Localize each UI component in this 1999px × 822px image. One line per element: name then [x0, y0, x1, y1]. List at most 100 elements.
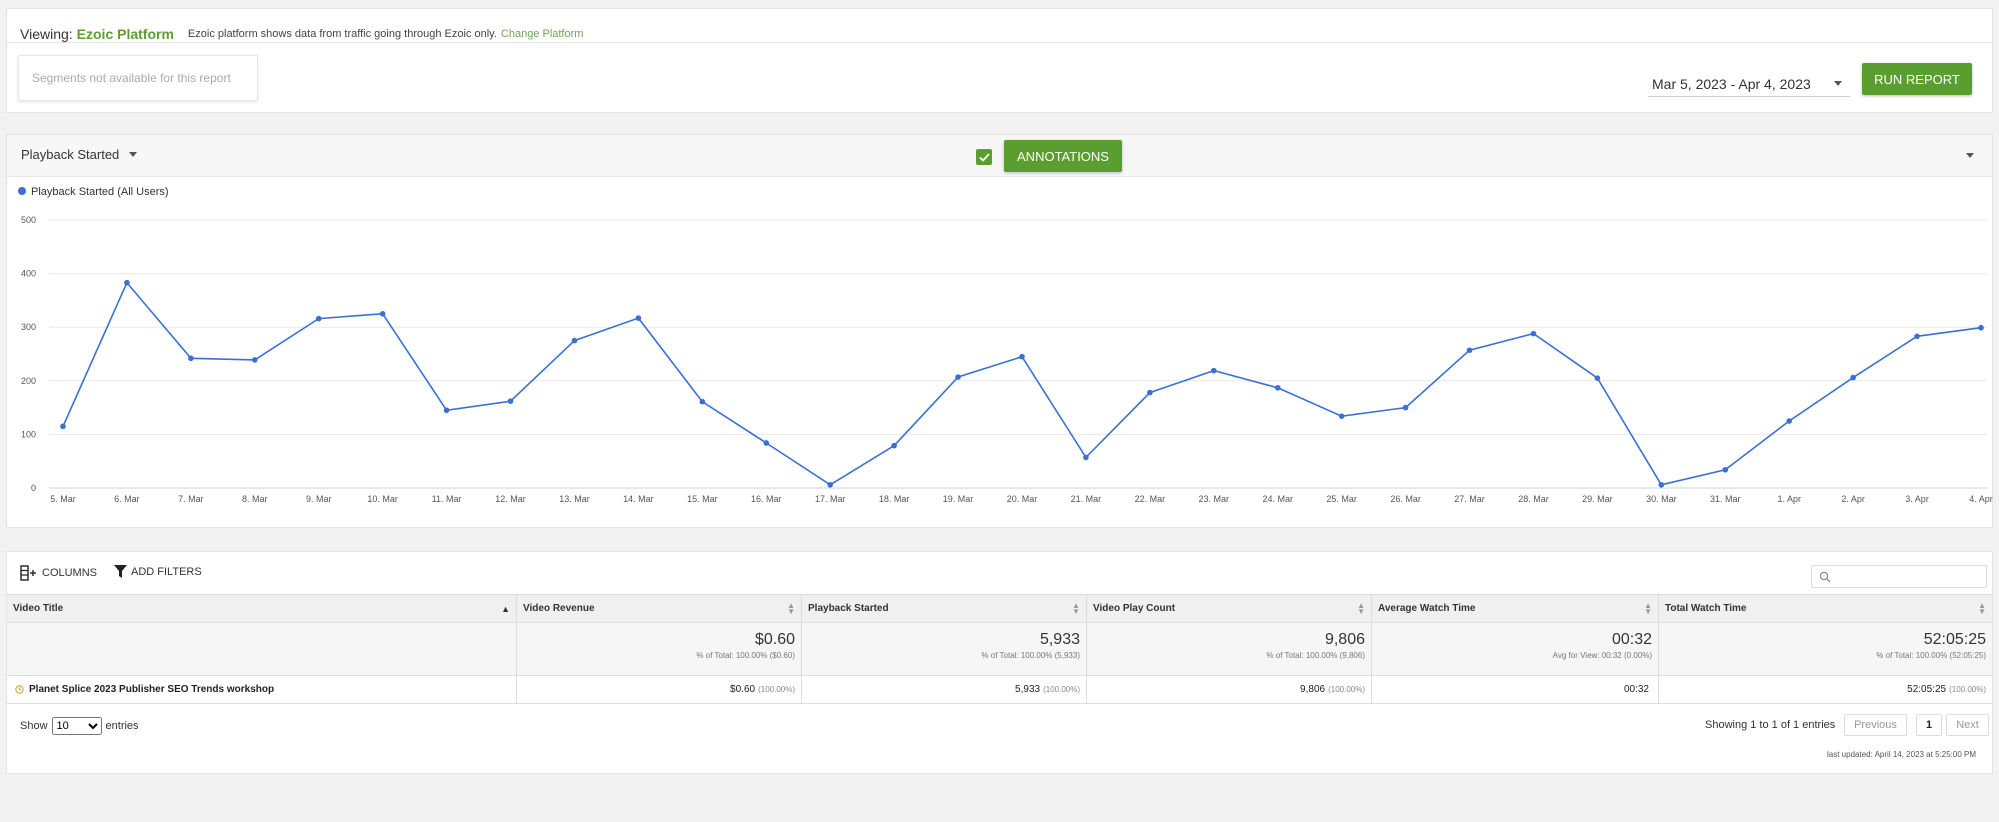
table-search-input[interactable] [1811, 565, 1987, 588]
data-point[interactable] [1914, 333, 1920, 340]
sort-asc-icon: ▲ [501, 603, 510, 614]
video-title-cell[interactable]: Planet Splice 2023 Publisher SEO Trends … [7, 676, 517, 703]
data-point[interactable] [379, 311, 386, 317]
data-point[interactable] [1786, 418, 1792, 424]
data-point[interactable] [571, 337, 578, 344]
sort-icon: ▲ ▼ [1644, 600, 1652, 616]
run-report-button[interactable]: RUN REPORT [1862, 63, 1972, 95]
data-point[interactable] [1594, 375, 1601, 381]
previous-page-button[interactable]: Previous [1844, 714, 1907, 736]
page-size-select[interactable]: 10 [51, 717, 102, 735]
add-filters-button[interactable]: ADD FILTERS [114, 565, 202, 579]
column-header-video-revenue[interactable]: Video Revenue ▲ ▼ [517, 595, 802, 622]
data-point[interactable] [891, 442, 897, 449]
y-tick-label: 200 [21, 376, 36, 386]
average-watch-time-cell: 00:32 [1372, 676, 1659, 703]
data-point[interactable] [827, 481, 833, 488]
page-size-control: Show 10 entries [20, 717, 139, 735]
total-average-watch-time: 00:32 Avg for View: 00:32 (0.00%) [1372, 623, 1659, 675]
legend-label[interactable]: Playback Started (All Users) [31, 186, 169, 198]
cell-value: 00:32 [1623, 684, 1649, 695]
header-label: Video Play Count [1093, 603, 1176, 614]
cell-value: 52:05:25 [1907, 684, 1947, 695]
data-point[interactable] [763, 440, 770, 446]
video-title: Planet Splice 2023 Publisher SEO Trends … [29, 684, 275, 695]
column-header-total-watch-time[interactable]: Total Watch Time ▲ ▼ [1659, 595, 1992, 622]
series-line [62, 281, 1982, 486]
data-point[interactable] [443, 407, 450, 414]
data-point[interactable] [1019, 353, 1025, 360]
line-chart: 0 100 200 300 400 500 5. Mar 6. Mar 7. Mar 8. Ma… [18, 186, 1993, 504]
x-tick-label: 14. Mar [623, 494, 654, 504]
data-point[interactable] [1402, 404, 1409, 411]
add-filters-label: ADD FILTERS [131, 566, 202, 578]
cell-pct: (100.00%) [758, 685, 795, 694]
data-point[interactable] [1530, 330, 1537, 337]
page-1-button[interactable]: 1 [1916, 714, 1942, 736]
total-value: 52:05:25 [1923, 631, 1986, 648]
data-point[interactable] [1978, 324, 1984, 331]
report-header-panel: Viewing: Ezoic Platform Ezoic platform s… [6, 8, 1993, 113]
date-range-picker[interactable]: Mar 5, 2023 - Apr 4, 2023 [1648, 71, 1850, 97]
x-tick-label: 26. Mar [1390, 494, 1421, 504]
data-point[interactable] [699, 398, 706, 405]
column-header-video-title[interactable]: Video Title ▲ [7, 595, 517, 622]
x-tick-label: 28. Mar [1518, 494, 1549, 504]
sort-icon: ▲ ▼ [787, 600, 795, 616]
segments-field[interactable]: Segments not available for this report [18, 55, 258, 101]
next-page-button[interactable]: Next [1946, 714, 1989, 736]
data-point[interactable] [1722, 466, 1729, 473]
total-video-revenue: $0.60 % of Total: 100.00% ($0.60) [517, 623, 802, 675]
data-point[interactable] [507, 398, 514, 404]
metric-selector[interactable]: Playback Started [21, 147, 138, 162]
data-point[interactable] [124, 279, 130, 286]
x-tick-label: 10. Mar [367, 494, 398, 504]
x-tick-label: 13. Mar [559, 494, 590, 504]
data-point[interactable] [1466, 347, 1473, 354]
table-toolbar: COLUMNS ADD FILTERS [7, 552, 1992, 594]
showing-info: Showing 1 to 1 of 1 entries [1705, 719, 1836, 731]
x-tick-label: 3. Apr [1905, 494, 1929, 504]
show-label: Show [20, 720, 48, 732]
x-tick-label: 19. Mar [943, 494, 974, 504]
column-header-video-play-count[interactable]: Video Play Count ▲ ▼ [1087, 595, 1372, 622]
data-point[interactable] [252, 357, 258, 363]
checkmark-icon [978, 152, 990, 162]
cell-pct: (100.00%) [1949, 685, 1986, 694]
change-platform-link[interactable]: Change Platform [501, 28, 584, 40]
sort-icon: ▲ ▼ [1357, 600, 1365, 616]
last-updated: last updated: April 14, 2023 at 5:25:00 … [1827, 750, 1976, 759]
entries-label: entries [105, 720, 139, 732]
column-header-playback-started[interactable]: Playback Started ▲ ▼ [802, 595, 1087, 622]
total-total-watch-time: 52:05:25 % of Total: 100.00% (52:05:25) [1659, 623, 1992, 675]
table-header-row: Video Title ▲ Video Revenue ▲ ▼ Playback … [7, 594, 1992, 623]
x-tick-label: 7. Mar [178, 494, 204, 504]
collapse-chart-icon[interactable] [1966, 153, 1974, 158]
cell-value: 5,933 [1015, 684, 1041, 695]
data-point[interactable] [1658, 481, 1665, 488]
data-point[interactable] [955, 374, 961, 380]
cell-value: 9,806 [1300, 684, 1326, 695]
data-point[interactable] [1850, 374, 1856, 381]
x-tick-label: 22. Mar [1135, 494, 1166, 504]
x-tick-label: 9. Mar [306, 494, 332, 504]
total-sub: % of Total: 100.00% (52:05:25) [1876, 651, 1986, 660]
y-tick-label: 500 [21, 215, 36, 225]
data-point[interactable] [635, 315, 642, 321]
annotations-button[interactable]: ANNOTATIONS [1004, 140, 1122, 172]
clock-icon [15, 685, 24, 694]
platform-name: Ezoic Platform [76, 26, 174, 42]
data-point[interactable] [1083, 454, 1089, 461]
annotations-checkbox[interactable] [976, 149, 992, 165]
data-point[interactable] [188, 355, 194, 362]
column-header-average-watch-time[interactable]: Average Watch Time ▲ ▼ [1372, 595, 1659, 622]
data-point[interactable] [1274, 384, 1281, 391]
data-point[interactable] [1338, 413, 1345, 419]
table-row[interactable]: Planet Splice 2023 Publisher SEO Trends … [7, 676, 1992, 704]
data-point[interactable] [1147, 389, 1153, 396]
columns-button[interactable]: COLUMNS [20, 565, 97, 581]
data-point[interactable] [60, 423, 66, 430]
data-point[interactable] [1211, 367, 1217, 374]
data-point[interactable] [315, 315, 322, 322]
x-tick-label: 25. Mar [1326, 494, 1357, 504]
